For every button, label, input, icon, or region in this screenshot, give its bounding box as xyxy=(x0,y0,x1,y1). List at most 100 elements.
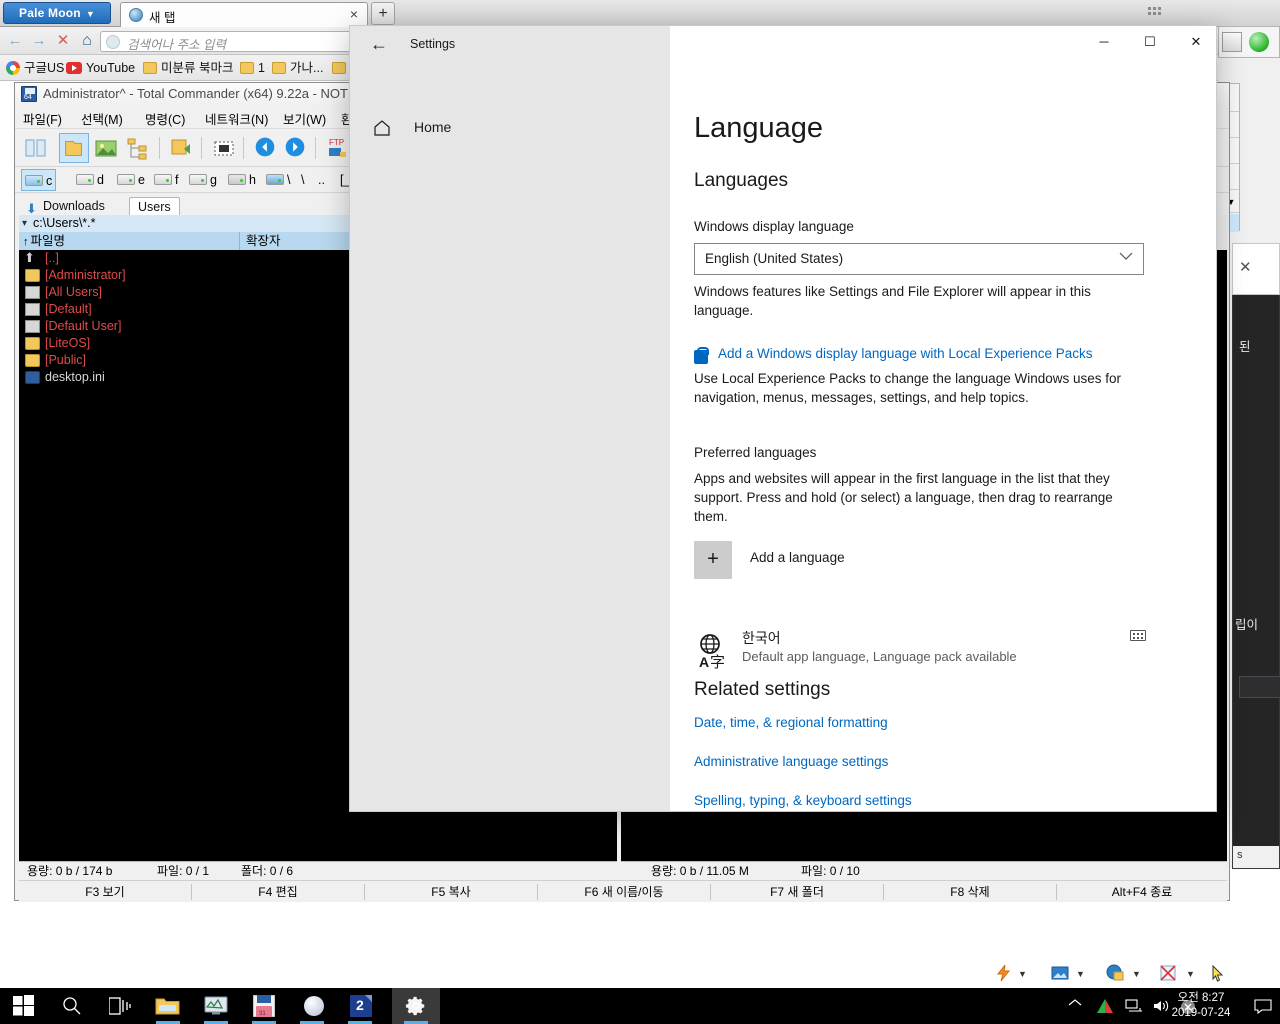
tb-branch-icon[interactable] xyxy=(167,133,197,163)
chevron-down-icon xyxy=(1119,250,1133,264)
related-link-admin-language[interactable]: Administrative language settings xyxy=(694,754,888,769)
chevron-down-icon[interactable]: ▼ xyxy=(1132,969,1141,979)
folder-icon xyxy=(332,62,346,74)
display-language-value: English (United States) xyxy=(705,251,844,266)
status-files: 파일: 0 / 10 xyxy=(801,864,860,878)
status-size: 용량: 0 b / 174 b xyxy=(27,864,113,878)
tb-compare-icon[interactable] xyxy=(21,133,51,163)
fkey-f8[interactable]: F8 삭제 xyxy=(884,883,1056,901)
column-ext[interactable]: 확장자 xyxy=(239,232,281,250)
clock[interactable]: 오전 8:27 2019-07-24 xyxy=(1158,991,1244,1021)
browser-tab[interactable]: 새 탭 × xyxy=(120,2,368,27)
drive-f[interactable]: f xyxy=(151,169,181,191)
fkey-f4[interactable]: F4 편집 xyxy=(192,883,364,901)
fkey-altf4[interactable]: Alt+F4 종료 xyxy=(1057,883,1227,901)
fkey-f6[interactable]: F6 새 이름/이동 xyxy=(538,883,710,901)
svg-text:FTP: FTP xyxy=(329,138,344,147)
drive-e[interactable]: e xyxy=(114,169,148,191)
tb-forward-icon[interactable] xyxy=(281,133,311,163)
chevron-down-icon[interactable]: ▼ xyxy=(1076,969,1085,979)
bookmark-folder-1[interactable]: 1 xyxy=(240,59,265,77)
sidebar-item-home[interactable]: Home xyxy=(368,112,648,146)
add-language-button[interactable]: + Add a language xyxy=(694,541,1114,585)
home-icon[interactable]: ⌂ xyxy=(78,32,96,50)
search-button[interactable] xyxy=(48,988,96,1024)
bookmark-google[interactable]: 구글US xyxy=(6,59,64,77)
drive-d[interactable]: d xyxy=(73,169,107,191)
list-view-icon[interactable] xyxy=(1222,32,1242,52)
browser-globe-icon[interactable] xyxy=(1105,963,1125,983)
tc-menu-command[interactable]: 명령(C) xyxy=(145,109,185,128)
tb-back-icon[interactable] xyxy=(251,133,281,163)
speech-bubble-icon[interactable] xyxy=(1254,999,1272,1024)
fkey-f5[interactable]: F5 복사 xyxy=(365,883,537,901)
google-icon xyxy=(6,61,20,75)
fkey-f7[interactable]: F7 새 폴더 xyxy=(711,883,883,901)
settings-taskbar-button[interactable] xyxy=(392,988,440,1024)
background-window-toolbar xyxy=(1218,26,1280,58)
start-button[interactable] xyxy=(0,988,48,1024)
close-icon[interactable]: ✕ xyxy=(1239,258,1252,276)
minimize-button[interactable]: ─ xyxy=(1081,26,1127,58)
image-viewer-icon[interactable] xyxy=(1050,963,1070,983)
tb-folder-icon[interactable] xyxy=(59,133,89,163)
drive-c[interactable]: c xyxy=(21,169,57,191)
back-arrow-icon[interactable]: ← xyxy=(362,34,396,56)
tc-menu-view[interactable]: 보기(W) xyxy=(283,109,326,128)
tb-ftp-icon[interactable]: FTP xyxy=(323,133,353,163)
settings-content-pane: Language Languages Windows display langu… xyxy=(670,62,1216,811)
add-language-label: Add a language xyxy=(750,550,845,565)
tc-menu-select[interactable]: 선택(M) xyxy=(81,109,123,128)
pale-moon-button[interactable] xyxy=(288,988,336,1024)
tb-image-icon[interactable] xyxy=(91,133,121,163)
tc-tab-users[interactable]: Users xyxy=(129,197,180,217)
youtube-icon xyxy=(66,62,82,74)
tab-close-icon[interactable]: × xyxy=(350,6,358,22)
chevron-down-icon[interactable]: ▼ xyxy=(1186,969,1195,979)
back-arrow-icon[interactable]: ← xyxy=(6,32,24,50)
language-detail: Default app language, Language pack avai… xyxy=(742,649,1017,664)
home-icon xyxy=(372,118,392,143)
monitor-app-button[interactable] xyxy=(192,988,240,1024)
tc-tab-downloads[interactable]: ⬇ Downloads xyxy=(23,197,113,217)
drive-g[interactable]: g xyxy=(186,169,220,191)
drive-network-2[interactable]: \ xyxy=(298,169,307,191)
bookmark-folder-gana[interactable]: 가나... xyxy=(272,59,323,77)
app-two-button[interactable]: 2 xyxy=(336,988,384,1024)
tc-menu-file[interactable]: 파일(F) xyxy=(23,109,62,128)
bookmark-folder-unsorted[interactable]: 미분류 북마크 xyxy=(143,59,233,77)
dark-dialog-input[interactable] xyxy=(1239,676,1280,698)
tb-select-icon[interactable] xyxy=(209,133,239,163)
chevron-down-icon[interactable]: ▼ xyxy=(1018,969,1027,979)
disabled-tool-icon[interactable] xyxy=(1158,963,1178,983)
network-tray-icon[interactable] xyxy=(1124,999,1142,1024)
drive-up[interactable]: .. xyxy=(315,169,328,191)
folder-icon xyxy=(143,62,157,74)
total-commander-button[interactable]: 31 xyxy=(240,988,288,1024)
task-view-button[interactable] xyxy=(96,988,144,1024)
tray-chevron-icon[interactable] xyxy=(1068,998,1082,1024)
related-link-date-time[interactable]: Date, time, & regional formatting xyxy=(694,715,888,730)
maximize-button[interactable]: ☐ xyxy=(1127,26,1173,58)
bookmark-youtube[interactable]: YouTube xyxy=(66,59,135,77)
close-button[interactable]: ✕ xyxy=(1173,26,1219,58)
pale-moon-app-button[interactable]: Pale Moon ▼ xyxy=(3,2,111,24)
lightning-icon[interactable] xyxy=(994,963,1014,983)
page-title: Language xyxy=(694,112,824,144)
forward-arrow-icon[interactable]: → xyxy=(30,32,48,50)
local-experience-packs-link[interactable]: Add a Windows display language with Loca… xyxy=(718,346,1138,361)
new-tab-button[interactable]: + xyxy=(371,2,395,25)
stop-icon[interactable]: ✕ xyxy=(54,32,72,50)
bookmark-folder-extra[interactable] xyxy=(332,59,350,77)
drive-network-1[interactable]: \ xyxy=(263,169,293,191)
list-item[interactable]: A 字 한국어 Default app language, Language p… xyxy=(684,622,1154,678)
green-globe-icon[interactable] xyxy=(1249,32,1269,52)
related-link-spelling[interactable]: Spelling, typing, & keyboard settings xyxy=(694,793,912,808)
fkey-f3[interactable]: F3 보기 xyxy=(19,883,191,901)
tb-tree-icon[interactable] xyxy=(123,133,153,163)
tc-menu-network[interactable]: 네트워크(N) xyxy=(205,109,268,128)
display-language-select[interactable]: English (United States) xyxy=(694,243,1144,275)
ahnlab-tray-icon[interactable] xyxy=(1096,998,1114,1024)
file-explorer-button[interactable] xyxy=(144,988,192,1024)
drive-h[interactable]: h xyxy=(225,169,259,191)
